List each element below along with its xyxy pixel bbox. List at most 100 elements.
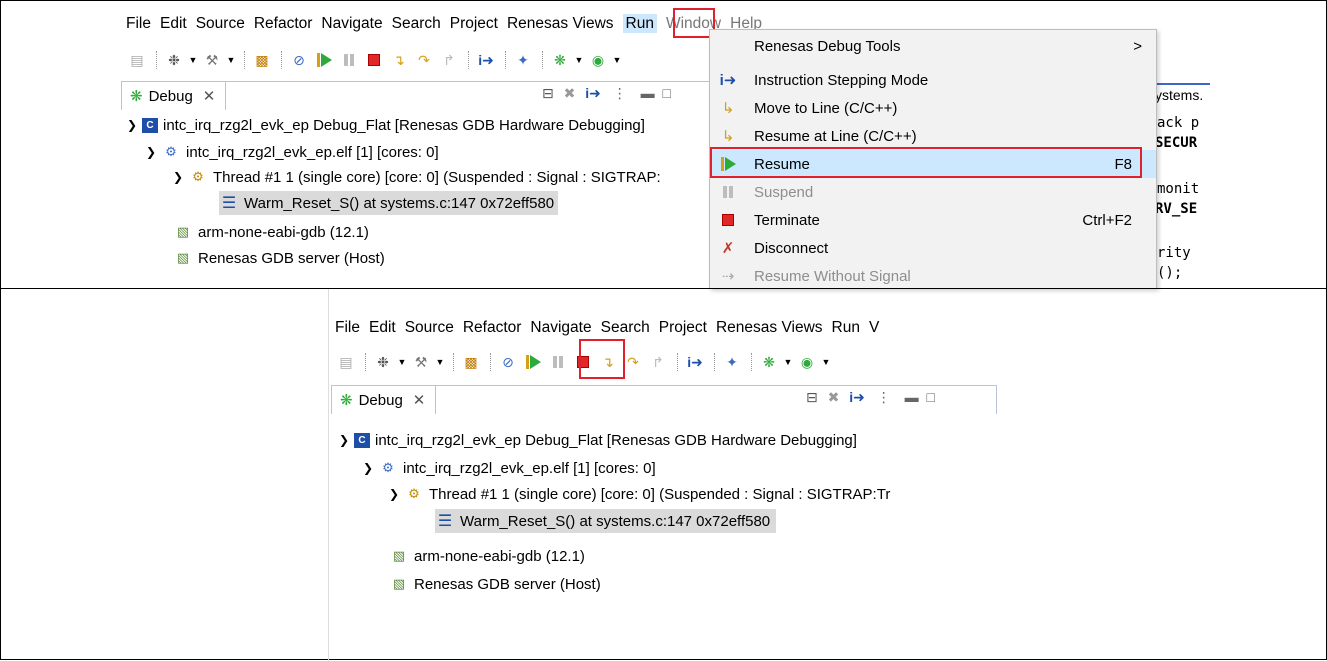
menu-renesas-views[interactable]: Renesas Views [507, 15, 614, 32]
menu-item-resume-without-signal[interactable]: ⇢ Resume Without Signal [710, 262, 1156, 290]
tab-debug[interactable]: ❋ Debug ✕ [332, 386, 437, 414]
menu-file[interactable]: File [126, 15, 151, 32]
collapse-all-icon[interactable]: ⊟ [542, 85, 554, 101]
chevron-down-icon[interactable]: ❯ [171, 170, 185, 184]
chevron-down-icon[interactable]: ▼ [821, 351, 831, 373]
tree-row-thread[interactable]: ❯ ⚙ Thread #1 1 (single core) [core: 0] … [387, 482, 890, 506]
step-over-icon[interactable]: ↷ [622, 351, 644, 373]
maximize-icon[interactable]: □ [663, 85, 671, 101]
menu-source[interactable]: Source [405, 319, 454, 336]
build-hammer-icon[interactable]: ⚒ [410, 351, 432, 373]
tree-row-thread[interactable]: ❯ ⚙ Thread #1 1 (single core) [core: 0] … [171, 165, 661, 189]
package-icon[interactable]: ▩ [460, 351, 482, 373]
menu-file[interactable]: File [335, 319, 360, 336]
debug-settings-icon[interactable]: ❉ [372, 351, 394, 373]
close-icon[interactable]: ✕ [203, 87, 216, 105]
menu-run[interactable]: Run [622, 14, 657, 33]
step-return-icon[interactable]: ↱ [438, 49, 460, 71]
remove-terminated-icon[interactable]: ✖ [828, 389, 840, 405]
menu-item-renesas-debug-tools[interactable]: Renesas Debug Tools > [710, 32, 1156, 60]
minimize-icon[interactable]: ▬ [905, 389, 919, 405]
step-over-icon[interactable]: ↷ [413, 49, 435, 71]
skip-breakpoints-icon[interactable]: ⊘ [288, 49, 310, 71]
terminate-icon[interactable] [363, 49, 385, 71]
chevron-down-icon[interactable]: ▼ [188, 49, 198, 71]
menu-edit[interactable]: Edit [369, 319, 396, 336]
chevron-down-icon[interactable]: ❯ [361, 461, 375, 475]
menu-renesas-views[interactable]: Renesas Views [716, 319, 823, 336]
tree-row-stack-frame[interactable]: ☰ Warm_Reset_S() at systems.c:147 0x72ef… [219, 191, 559, 215]
menu-window[interactable]: V [869, 319, 879, 336]
menu-search[interactable]: Search [392, 15, 441, 32]
editor-tab-label[interactable]: ystems. [1155, 87, 1203, 103]
debug-bug-icon[interactable]: ❋ [758, 351, 780, 373]
suspend-icon[interactable] [338, 49, 360, 71]
menu-item-move-to-line[interactable]: ↳ Move to Line (C/C++) [710, 94, 1156, 122]
menu-refactor[interactable]: Refactor [463, 319, 522, 336]
chevron-down-icon[interactable]: ▼ [397, 351, 407, 373]
chevron-down-icon[interactable]: ▼ [574, 49, 584, 71]
menu-item-instruction-stepping[interactable]: i➜ Instruction Stepping Mode [710, 66, 1156, 94]
tree-row-server[interactable]: ▧ Renesas GDB server (Host) [389, 572, 601, 596]
tree-row-server[interactable]: ▧ Renesas GDB server (Host) [173, 246, 385, 270]
menu-navigate[interactable]: Navigate [321, 15, 382, 32]
tree-row-gdb[interactable]: ▧ arm-none-eabi-gdb (12.1) [173, 220, 369, 244]
menu-item-terminate[interactable]: Terminate Ctrl+F2 [710, 206, 1156, 234]
menu-item-resume-at-line[interactable]: ↳ Resume at Line (C/C++) [710, 122, 1156, 150]
chevron-down-icon[interactable]: ❯ [337, 433, 351, 447]
tree-row-launch[interactable]: ❯ C intc_irq_rzg2l_evk_ep Debug_Flat [Re… [337, 428, 857, 452]
view-menu-icon[interactable]: ⋮ [613, 85, 627, 101]
menu-run[interactable]: Run [832, 319, 860, 336]
chevron-down-icon[interactable]: ▼ [612, 49, 622, 71]
chevron-down-icon[interactable]: ❯ [387, 487, 401, 501]
tree-row-elf[interactable]: ❯ ⚙ intc_irq_rzg2l_evk_ep.elf [1] [cores… [361, 456, 656, 480]
save-icon[interactable]: ▤ [126, 49, 148, 71]
instruction-stepping-icon[interactable]: i➜ [585, 85, 601, 101]
chevron-down-icon[interactable]: ▼ [435, 351, 445, 373]
run-external-tool-icon[interactable]: ◉ [796, 351, 818, 373]
chevron-down-icon[interactable]: ▼ [226, 49, 236, 71]
instruction-stepping-icon[interactable]: i➜ [684, 351, 706, 373]
menu-project[interactable]: Project [450, 15, 498, 32]
connect-icon[interactable]: ✦ [721, 351, 743, 373]
close-icon[interactable]: ✕ [413, 391, 426, 409]
tree-row-launch[interactable]: ❯ C intc_irq_rzg2l_evk_ep Debug_Flat [Re… [125, 113, 645, 137]
chevron-down-icon[interactable]: ▼ [783, 351, 793, 373]
instruction-stepping-icon[interactable]: i➜ [849, 389, 865, 405]
menu-item-disconnect[interactable]: ✗ Disconnect [710, 234, 1156, 262]
menu-navigate[interactable]: Navigate [530, 319, 591, 336]
collapse-all-icon[interactable]: ⊟ [806, 389, 818, 405]
menu-project[interactable]: Project [659, 319, 707, 336]
step-return-icon[interactable]: ↱ [647, 351, 669, 373]
minimize-icon[interactable]: ▬ [641, 85, 655, 101]
package-icon[interactable]: ▩ [251, 49, 273, 71]
debug-settings-icon[interactable]: ❉ [163, 49, 185, 71]
tab-debug[interactable]: ❋ Debug ✕ [122, 82, 227, 110]
step-into-icon[interactable]: ↴ [388, 49, 410, 71]
chevron-down-icon[interactable]: ❯ [144, 145, 158, 159]
debug-bug-icon[interactable]: ❋ [549, 49, 571, 71]
menu-search[interactable]: Search [601, 319, 650, 336]
resume-icon[interactable] [522, 351, 544, 373]
resume-icon[interactable] [313, 49, 335, 71]
tree-row-elf[interactable]: ❯ ⚙ intc_irq_rzg2l_evk_ep.elf [1] [cores… [144, 140, 439, 164]
menu-edit[interactable]: Edit [160, 15, 187, 32]
suspend-icon[interactable] [547, 351, 569, 373]
build-hammer-icon[interactable]: ⚒ [201, 49, 223, 71]
resume-item-highlight-box [710, 147, 1142, 178]
run-external-tool-icon[interactable]: ◉ [587, 49, 609, 71]
view-menu-icon[interactable]: ⋮ [877, 389, 891, 405]
save-icon[interactable]: ▤ [335, 351, 357, 373]
connect-icon[interactable]: ✦ [512, 49, 534, 71]
remove-terminated-icon[interactable]: ✖ [564, 85, 576, 101]
skip-breakpoints-icon[interactable]: ⊘ [497, 351, 519, 373]
instruction-stepping-icon[interactable]: i➜ [475, 49, 497, 71]
tree-row-stack-frame[interactable]: ☰ Warm_Reset_S() at systems.c:147 0x72ef… [435, 509, 777, 533]
menu-item-suspend[interactable]: Suspend [710, 178, 1156, 206]
editor-code-line: (); [1157, 265, 1183, 281]
menu-source[interactable]: Source [196, 15, 245, 32]
maximize-icon[interactable]: □ [927, 389, 935, 405]
menu-refactor[interactable]: Refactor [254, 15, 313, 32]
chevron-down-icon[interactable]: ❯ [125, 118, 139, 132]
tree-row-gdb[interactable]: ▧ arm-none-eabi-gdb (12.1) [389, 544, 585, 568]
